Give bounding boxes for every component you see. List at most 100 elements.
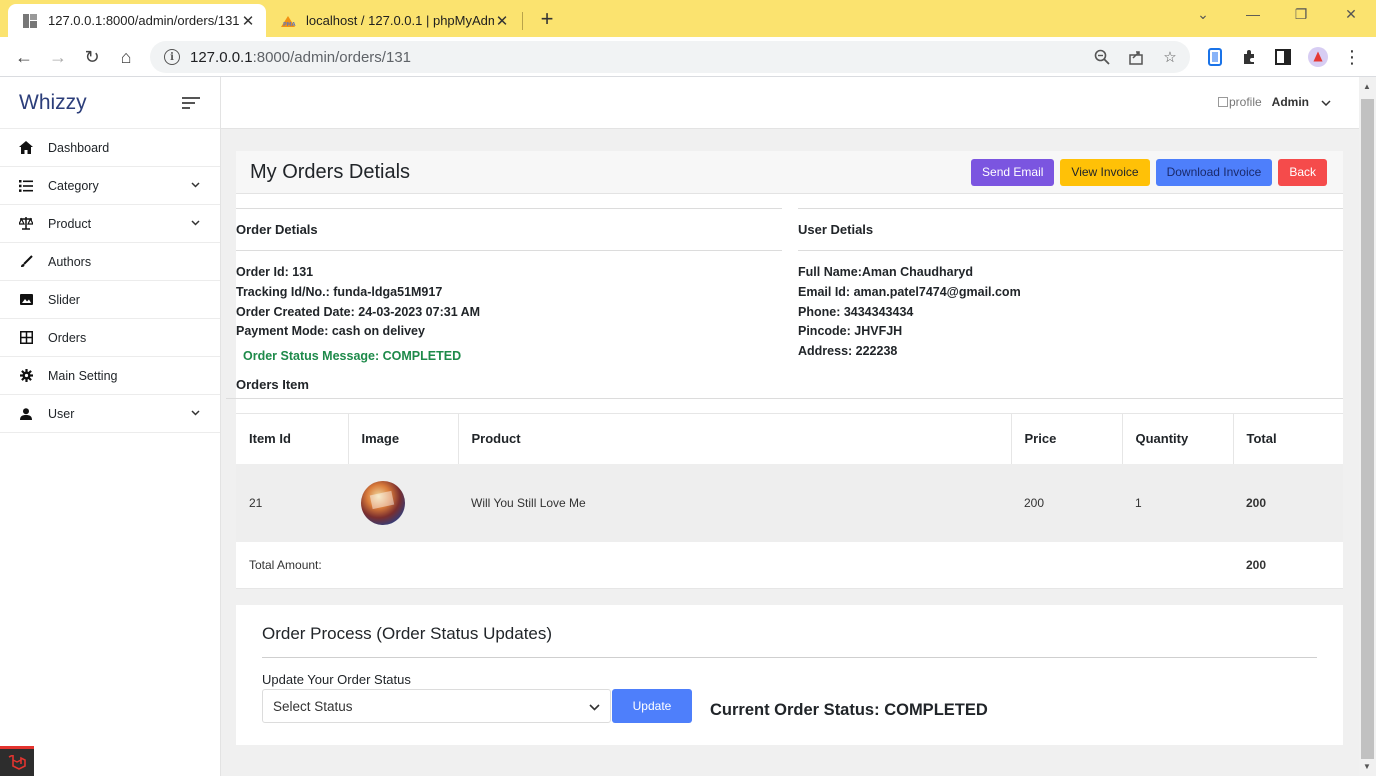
- sidebar-item-dashboard[interactable]: Dashboard: [0, 129, 220, 167]
- phpmyadmin-favicon-icon: PMA: [280, 13, 296, 29]
- column-header-quantity: Quantity: [1122, 413, 1234, 464]
- cell-price: 200: [1011, 463, 1122, 542]
- chevron-down-icon: [1321, 95, 1331, 109]
- list-icon: [18, 179, 34, 192]
- profile-menu[interactable]: profile Admin: [1217, 95, 1331, 109]
- browser-tab-active[interactable]: 127.0.0.1:8000/admin/orders/131 ✕: [8, 4, 266, 37]
- bookmark-star-icon[interactable]: ☆: [1160, 47, 1180, 67]
- site-info-icon[interactable]: i: [164, 49, 180, 65]
- brand-name[interactable]: Whizzy: [19, 91, 87, 115]
- page-favicon-icon: [22, 13, 38, 29]
- column-header-item-id: Item Id: [236, 413, 349, 464]
- order-process-card: Order Process (Order Status Updates) Upd…: [236, 605, 1343, 745]
- total-amount-label: Total Amount:: [236, 541, 1233, 589]
- status-select[interactable]: Select Status: [262, 689, 611, 723]
- sidebar-item-product[interactable]: Product: [0, 205, 220, 243]
- laravel-debugbar-icon[interactable]: [0, 746, 34, 776]
- sidebar-item-main-setting[interactable]: Main Setting: [0, 357, 220, 395]
- chevron-down-icon: [188, 218, 202, 229]
- extensions-puzzle-icon[interactable]: [1239, 47, 1259, 67]
- update-status-button[interactable]: Update: [612, 689, 692, 723]
- back-button[interactable]: Back: [1278, 158, 1327, 186]
- scrollbar-thumb[interactable]: [1361, 99, 1374, 759]
- back-arrow-icon[interactable]: ←: [12, 45, 36, 69]
- send-email-button[interactable]: Send Email: [971, 158, 1055, 186]
- page-scrollbar[interactable]: ▲ ▼: [1359, 77, 1376, 776]
- order-details-section: Order Detials Order Id: 131 Tracking Id/…: [236, 208, 782, 363]
- zoom-icon[interactable]: [1092, 47, 1112, 67]
- side-panel-icon[interactable]: [1273, 47, 1293, 67]
- profile-image: profile: [1217, 95, 1262, 109]
- scroll-down-icon[interactable]: ▼: [1363, 762, 1371, 771]
- profile-name: Admin: [1271, 95, 1309, 109]
- tab-separator: [522, 12, 523, 30]
- orders-item-heading: Orders Item: [236, 377, 309, 392]
- order-process-title: Order Process (Order Status Updates): [262, 624, 1317, 658]
- reload-icon[interactable]: ↻: [80, 45, 104, 69]
- browser-menu-icon[interactable]: ⋮: [1342, 47, 1362, 67]
- sidebar-item-orders[interactable]: Orders: [0, 319, 220, 357]
- user-pincode: Pincode: JHVFJH: [798, 324, 903, 339]
- minimize-icon[interactable]: —: [1238, 6, 1268, 22]
- share-icon[interactable]: [1126, 47, 1146, 67]
- home-icon: [18, 141, 34, 154]
- profile-avatar-icon[interactable]: [1308, 47, 1328, 67]
- scale-icon: [18, 217, 34, 230]
- card-header: My Orders Detials Send Email View Invoic…: [236, 151, 1343, 194]
- sidebar-item-user[interactable]: User: [0, 395, 220, 433]
- cell-item-id: 21: [236, 463, 348, 542]
- divider: [236, 250, 782, 251]
- cell-image: [348, 463, 458, 542]
- sidebar-item-label: Category: [48, 178, 99, 193]
- scroll-up-icon[interactable]: ▲: [1363, 82, 1371, 91]
- current-order-status: Current Order Status: COMPLETED: [710, 700, 988, 719]
- download-invoice-button[interactable]: Download Invoice: [1155, 158, 1273, 186]
- user-phone: Phone: 3434343434: [798, 304, 914, 319]
- sidebar-item-label: Main Setting: [48, 368, 118, 383]
- address-url: 127.0.0.1:8000/admin/orders/131: [190, 48, 411, 66]
- divider: [226, 398, 1343, 399]
- broken-image-icon: [1217, 97, 1228, 107]
- chevron-down-icon: [188, 408, 202, 419]
- total-amount-value: 200: [1233, 541, 1343, 589]
- tab-close-icon[interactable]: ✕: [240, 12, 256, 30]
- window-close-icon[interactable]: ✕: [1336, 6, 1366, 23]
- table-row: 21 Will You Still Love Me 200 1 200: [236, 463, 1343, 542]
- menu-toggle-icon[interactable]: [182, 94, 200, 112]
- chevron-down-icon: [188, 180, 202, 191]
- sidebar-item-label: Product: [48, 216, 92, 231]
- chevron-down-icon: [589, 699, 600, 714]
- user-icon: [18, 407, 34, 420]
- new-tab-icon[interactable]: +: [536, 6, 558, 32]
- sidebar-item-slider[interactable]: Slider: [0, 281, 220, 319]
- column-header-total: Total: [1233, 413, 1343, 464]
- page-title: My Orders Detials: [250, 160, 411, 183]
- tab-title: localhost / 127.0.0.1 | phpMyAdmin: [306, 13, 494, 28]
- address-bar[interactable]: i 127.0.0.1:8000/admin/orders/131 ☆: [150, 41, 1190, 73]
- sidebar-brand: Whizzy: [0, 77, 220, 129]
- user-email: Email Id: aman.patel7474@gmail.com: [798, 284, 1021, 299]
- user-address: Address: 222238: [798, 344, 898, 359]
- view-invoice-button[interactable]: View Invoice: [1060, 158, 1150, 186]
- browser-toolbar: ← → ↻ ⌂ i 127.0.0.1:8000/admin/orders/13…: [0, 37, 1376, 77]
- forward-arrow-icon[interactable]: →: [46, 45, 70, 69]
- extension-doc-icon[interactable]: [1205, 47, 1225, 67]
- home-page-icon[interactable]: ⌂: [114, 45, 138, 69]
- sidebar-item-label: Orders: [48, 330, 87, 345]
- main-content: My Orders Detials Send Email View Invoic…: [221, 129, 1359, 776]
- browser-tab-strip: 127.0.0.1:8000/admin/orders/131 ✕ PMA lo…: [0, 0, 1376, 37]
- user-full-name: Full Name:Aman Chaudharyd: [798, 265, 974, 279]
- restore-icon[interactable]: ❐: [1286, 6, 1316, 23]
- browser-tab-phpmyadmin[interactable]: PMA localhost / 127.0.0.1 | phpMyAdmin ✕: [270, 4, 520, 37]
- sidebar-item-label: Slider: [48, 292, 80, 307]
- table-header-row: Item Id Image Product Price Quantity Tot…: [236, 413, 1343, 464]
- sidebar-item-category[interactable]: Category: [0, 167, 220, 205]
- column-header-product: Product: [458, 413, 1012, 464]
- cell-quantity: 1: [1122, 463, 1233, 542]
- column-header-image: Image: [348, 413, 459, 464]
- sidebar-item-label: User: [48, 406, 75, 421]
- gear-icon: [18, 369, 34, 382]
- tab-close-icon[interactable]: ✕: [494, 12, 510, 30]
- tab-search-icon[interactable]: ⌄: [1188, 6, 1218, 23]
- sidebar-item-authors[interactable]: Authors: [0, 243, 220, 281]
